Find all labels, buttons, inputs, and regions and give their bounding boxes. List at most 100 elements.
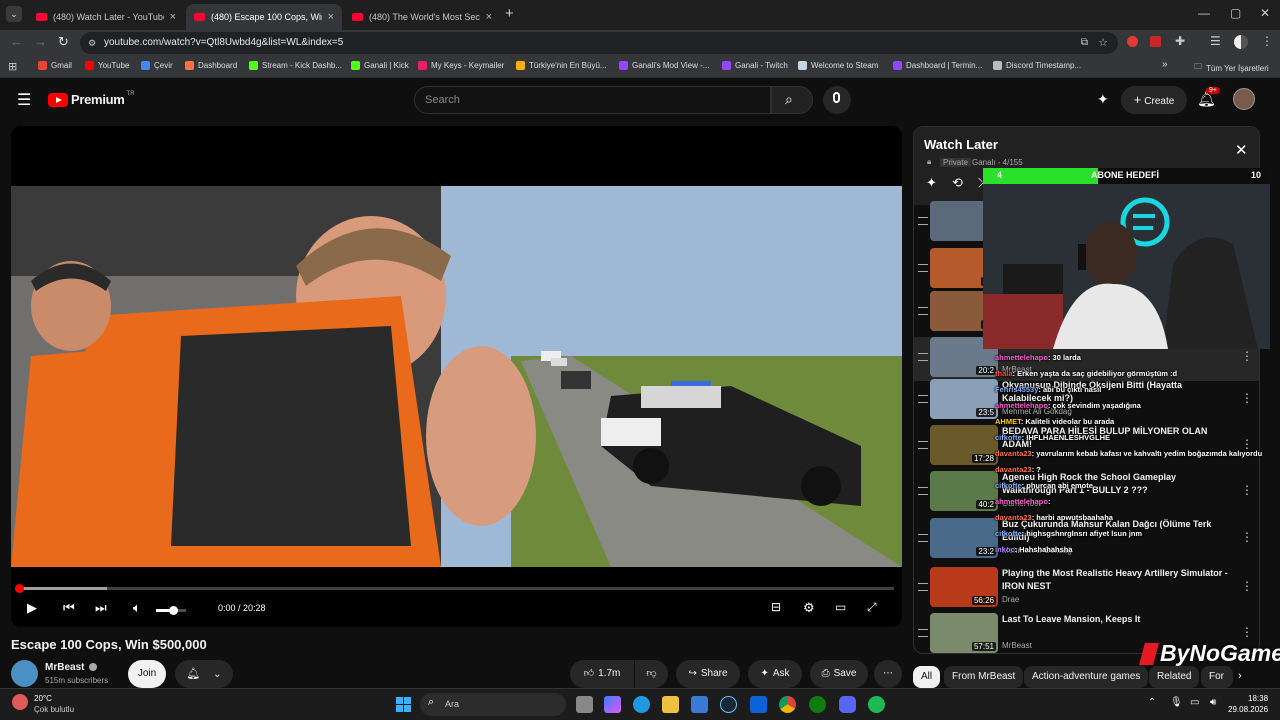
extensions-puzzle-icon[interactable]: ✚ (1175, 34, 1185, 48)
notifications-button[interactable]: 🔔︎ 9+ (1197, 87, 1220, 108)
bookmark-item[interactable]: Çevir (141, 61, 173, 70)
playlist-item-title[interactable]: Last To Leave Mansion, Keeps It (1002, 613, 1232, 626)
video-frame[interactable] (11, 186, 902, 567)
video-thumbnail[interactable]: 23:5 (930, 379, 998, 419)
account-avatar[interactable] (1233, 88, 1255, 110)
guide-menu-icon[interactable]: ☰ (17, 90, 31, 110)
bookmark-item[interactable]: Welcome to Steam (798, 61, 878, 70)
drag-handle-icon[interactable] (918, 487, 928, 495)
profile-avatar[interactable] (1234, 35, 1248, 49)
browser-tab[interactable]: (480) Watch Later - YouTube × (28, 4, 184, 30)
tab-menu-icon[interactable]: ☰ (1210, 34, 1221, 48)
extension-icon[interactable] (1127, 36, 1138, 47)
filter-chip[interactable]: Related (1149, 666, 1200, 688)
bookmark-item[interactable]: Ganali - Twitch (722, 61, 788, 70)
video-thumbnail[interactable]: 23:2 (930, 518, 998, 558)
video-thumbnail[interactable]: 56:26 (930, 567, 998, 607)
maximize-icon[interactable]: ▢ (1230, 6, 1241, 20)
drag-handle-icon[interactable] (918, 307, 928, 315)
filter-chip[interactable]: All (913, 666, 941, 688)
bookmark-item[interactable]: Gmail (38, 61, 72, 70)
drag-handle-icon[interactable] (918, 629, 928, 637)
bookmarks-overflow-icon[interactable]: » (1162, 59, 1168, 70)
channel-avatar[interactable] (11, 660, 38, 687)
save-button[interactable]: ⎙ Save (810, 660, 868, 688)
video-thumbnail[interactable]: 17:28 (930, 425, 998, 465)
playlist-item[interactable]: 56:26 Playing the Most Realistic Heavy Ar… (914, 567, 1259, 611)
subscription-bell-button[interactable]: 🔔︎ ⌄ (175, 660, 233, 688)
forward-icon[interactable]: → (34, 34, 47, 49)
drag-handle-icon[interactable] (918, 441, 928, 449)
bookmark-item[interactable]: Dashboard (185, 61, 237, 70)
filter-chip[interactable]: Action-adventure games (1024, 666, 1149, 688)
video-player[interactable]: ▶ ⏮ ⏭ 🔈︎ 0:00 / 20:28 ⊟ ⚙ ▭ ⤢ (11, 126, 902, 627)
file-explorer-icon[interactable] (662, 696, 679, 713)
video-thumbnail[interactable]: 57:51 (930, 613, 998, 653)
subtitles-icon[interactable]: ⊟ (771, 600, 781, 614)
start-windows-icon[interactable] (396, 697, 411, 712)
bookmark-item[interactable]: My Keys - Keymailer (418, 61, 504, 70)
volume-handle[interactable] (168, 606, 178, 615)
edge-icon[interactable] (633, 696, 650, 713)
copilot-icon[interactable] (604, 696, 621, 713)
theater-mode-icon[interactable]: ▭ (835, 600, 846, 614)
like-button[interactable]: 👍︎ 1.7m (570, 660, 634, 688)
apps-grid-icon[interactable]: ⊞ (8, 60, 17, 73)
fullscreen-icon[interactable]: ⤢ (867, 600, 877, 615)
all-bookmarks-folder[interactable]: 🗀 Tüm Yer İşaretleri (1194, 61, 1269, 75)
bookmark-item[interactable]: Stream - Kick Dashb... (249, 61, 342, 70)
chevron-right-icon[interactable]: › (1238, 670, 1242, 682)
volume-slider[interactable] (156, 606, 186, 615)
settings-gear-icon[interactable]: ⚙ (803, 600, 815, 616)
voice-search-button[interactable] (823, 86, 851, 114)
task-view-icon[interactable] (576, 696, 593, 713)
bookmark-item[interactable]: Discord Timestamp... (993, 61, 1081, 70)
steam-icon[interactable] (720, 696, 737, 713)
scrubber-handle[interactable] (15, 584, 24, 593)
chrome-icon[interactable] (779, 696, 796, 713)
more-actions-button[interactable]: ⋯ (874, 660, 902, 688)
channel-name[interactable]: MrBeast (45, 662, 84, 673)
drag-handle-icon[interactable] (918, 264, 928, 272)
youtube-logo[interactable]: Premium TR (48, 91, 135, 107)
weather-icon[interactable] (12, 694, 28, 710)
browser-menu-icon[interactable]: ⋮ (1261, 34, 1273, 48)
bookmark-item[interactable]: YouTube (85, 61, 129, 70)
back-icon[interactable]: ← (10, 34, 23, 49)
search-input[interactable]: Search (414, 86, 771, 114)
clock-time[interactable]: 18:38 (1248, 694, 1268, 703)
drag-handle-icon[interactable] (918, 395, 928, 403)
share-button[interactable]: ↪ Share (676, 660, 740, 688)
xbox-icon[interactable] (809, 696, 826, 713)
clock-date[interactable]: 29.08.2026 (1228, 705, 1268, 714)
drag-handle-icon[interactable] (918, 583, 928, 591)
filter-chip[interactable]: For (1201, 666, 1233, 688)
new-tab-button[interactable]: + (505, 5, 514, 22)
progress-bar[interactable] (15, 584, 894, 593)
bookmark-item[interactable]: Dashboard | Termin... (893, 61, 982, 70)
play-icon[interactable]: ▶ (27, 600, 37, 616)
mail-icon[interactable] (750, 696, 767, 713)
more-vert-icon[interactable]: ⋮ (1241, 579, 1253, 593)
minimize-icon[interactable]: — (1198, 6, 1210, 20)
cast-icon[interactable]: ✦ (1097, 91, 1109, 108)
site-info-icon[interactable]: ⚙ (88, 32, 96, 54)
weather-text[interactable]: Çok bulutlu (34, 705, 74, 714)
close-window-icon[interactable]: ✕ (1260, 6, 1270, 20)
filter-chip[interactable]: From MrBeast (944, 666, 1024, 688)
create-button[interactable]: + Create (1121, 86, 1187, 114)
discord-icon[interactable] (839, 696, 856, 713)
reload-icon[interactable]: ↻ (58, 34, 69, 50)
close-tab-icon[interactable]: × (328, 11, 334, 23)
playlist-item-title[interactable]: Playing the Most Realistic Heavy Artille… (1002, 567, 1232, 593)
close-tab-icon[interactable]: × (170, 11, 176, 23)
browser-tab[interactable]: (480) The World's Most Secreti × (344, 4, 500, 30)
taskbar-search[interactable]: ⌕ Ara (420, 693, 566, 716)
more-vert-icon[interactable]: ⋮ (1241, 625, 1253, 639)
extension-icon[interactable] (1150, 36, 1161, 47)
address-bar[interactable]: ⚙ youtube.com/watch?v=Qtl8Uwbd4g&list=WL… (80, 32, 1118, 54)
install-icon[interactable]: ⧉ (1081, 32, 1088, 54)
volume-icon[interactable]: 🔈︎ (133, 600, 141, 616)
close-tab-icon[interactable]: × (486, 11, 492, 23)
bookmark-item[interactable]: Türkiye'nin En Büyü... (516, 61, 607, 70)
